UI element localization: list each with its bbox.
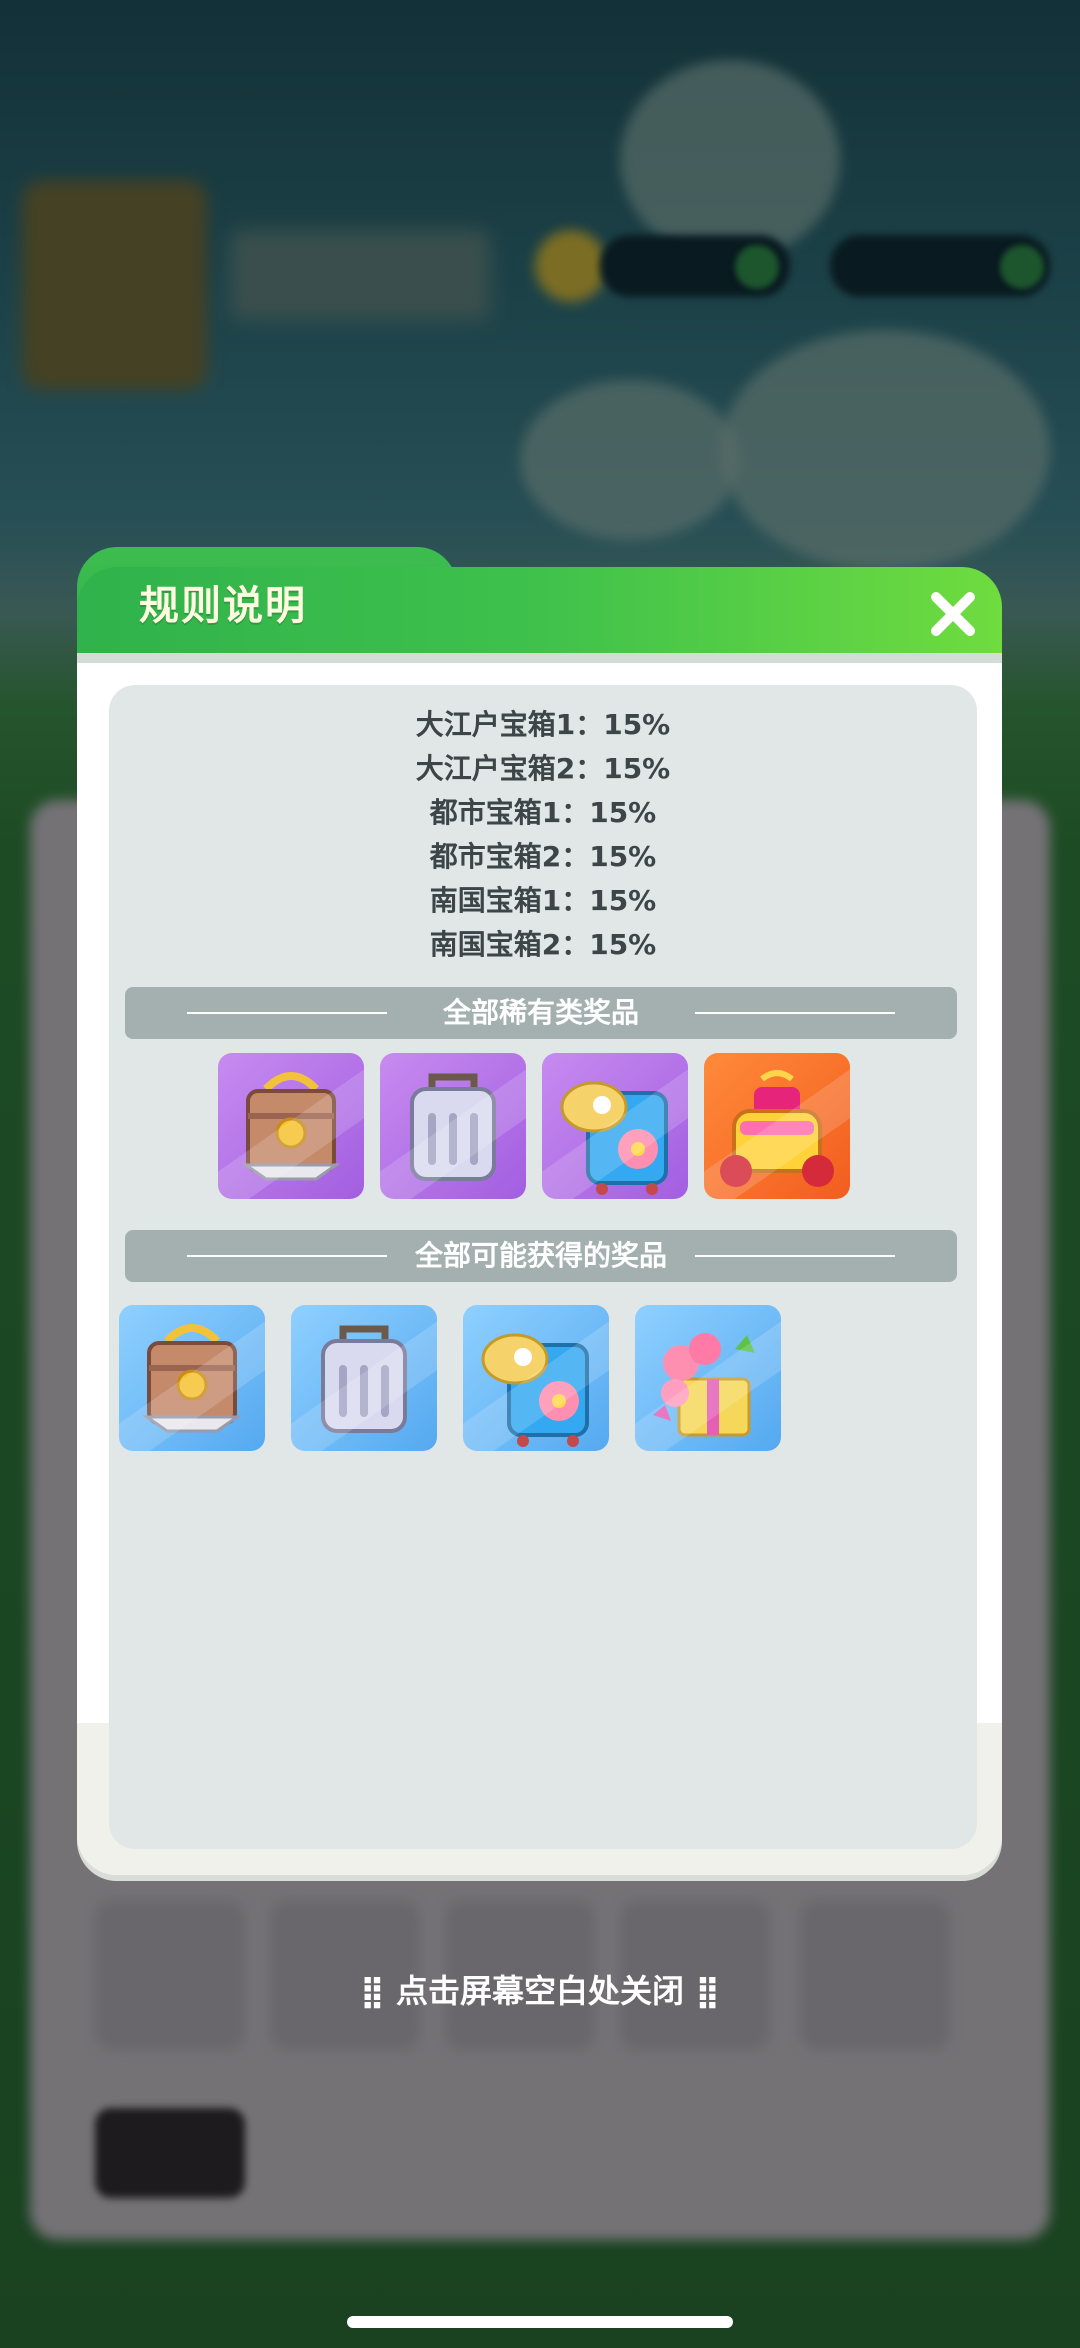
rare-item[interactable] bbox=[218, 1053, 364, 1199]
list-item: 都市宝箱2：15% bbox=[429, 840, 657, 873]
checker-icon: ⣿ bbox=[695, 1972, 721, 2010]
rare-item[interactable] bbox=[380, 1053, 526, 1199]
list-item: 大江户宝箱1：15% bbox=[415, 708, 671, 741]
prize-item[interactable] bbox=[635, 1305, 781, 1451]
all-prizes-header: 全部可能获得的奖品 bbox=[125, 1230, 957, 1282]
dialog-title: 规则说明 bbox=[139, 583, 307, 629]
rare-item[interactable] bbox=[704, 1053, 850, 1199]
rare-prizes-header: 全部稀有类奖品 bbox=[125, 987, 957, 1039]
rules-dialog: 规则说明 大江户宝箱1：15% 大江户宝箱2：15% 都市宝箱1：15% 都市宝… bbox=[77, 547, 1002, 1875]
rare-item[interactable] bbox=[542, 1053, 688, 1199]
checker-icon: ⣿ bbox=[359, 1972, 385, 2010]
prize-item[interactable] bbox=[119, 1305, 265, 1451]
tap-to-close-hint: ⣿ 点击屏幕空白处关闭 ⣿ bbox=[359, 1972, 721, 2010]
drop-rate-list[interactable]: 大江户宝箱1：15% 大江户宝箱2：15% 都市宝箱1：15% 都市宝箱2：15… bbox=[109, 685, 977, 977]
close-icon[interactable] bbox=[928, 589, 976, 637]
list-item: 南国宝箱1：15% bbox=[429, 884, 657, 917]
list-item: 大江户宝箱2：15% bbox=[415, 752, 671, 785]
dialog-content: 大江户宝箱1：15% 大江户宝箱2：15% 都市宝箱1：15% 都市宝箱2：15… bbox=[109, 685, 977, 1849]
prize-item[interactable] bbox=[291, 1305, 437, 1451]
list-item: 都市宝箱1：15% bbox=[429, 796, 657, 829]
list-item: 南国宝箱2：15% bbox=[429, 928, 657, 961]
home-indicator[interactable] bbox=[347, 2316, 733, 2328]
prize-item[interactable] bbox=[463, 1305, 609, 1451]
